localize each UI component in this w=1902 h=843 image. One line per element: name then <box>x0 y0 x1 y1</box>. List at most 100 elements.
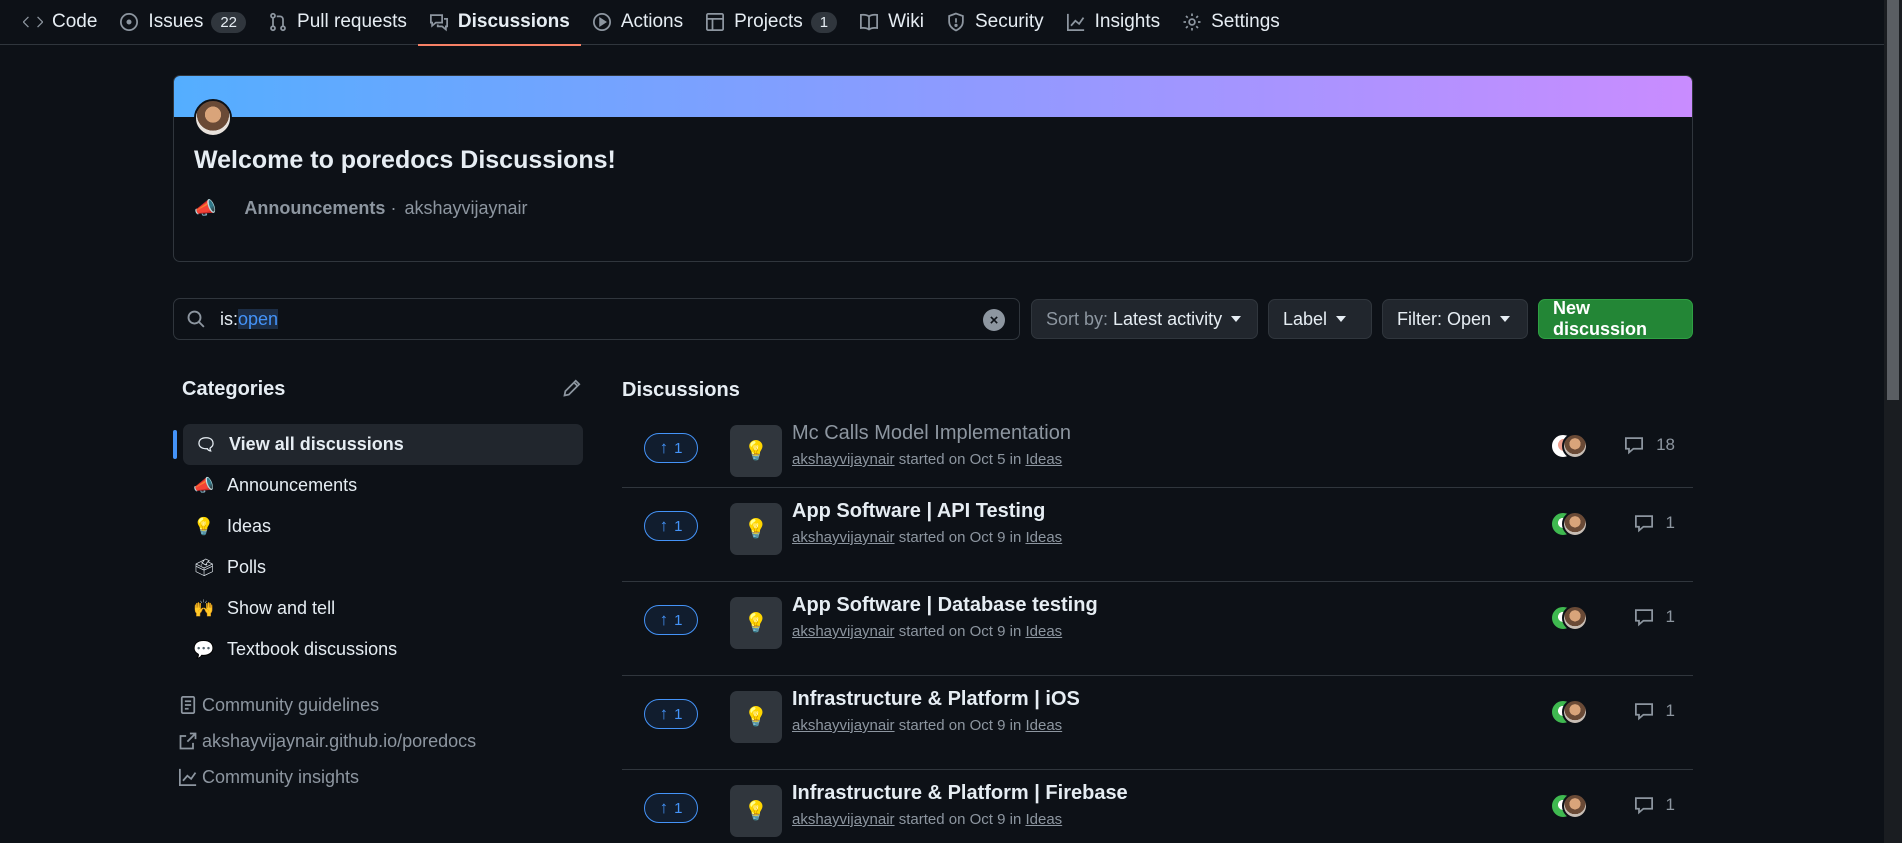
pinned-author-link[interactable]: akshayvijaynair <box>404 198 527 219</box>
discussion-row[interactable]: ↑ 1 💡 Infrastructure & Platform | iOS aks… <box>622 676 1693 770</box>
participant-avatars <box>1550 433 1590 461</box>
started-text: started on Oct 9 in <box>898 623 1022 640</box>
arrow-up-icon: ↑ <box>659 610 669 629</box>
search-input[interactable]: is:open × <box>173 298 1020 340</box>
label-button-text: Label <box>1283 308 1328 329</box>
clear-search-icon[interactable]: × <box>983 309 1005 331</box>
category-link[interactable]: Ideas <box>1025 717 1062 734</box>
comment-count[interactable]: 1 <box>1634 513 1675 533</box>
category-link[interactable]: Ideas <box>1025 529 1062 546</box>
code-icon <box>23 12 43 32</box>
repo-nav: Code Issues 22 Pull requests Discussions… <box>0 0 1884 46</box>
discussion-row[interactable]: ↑ 1 💡 App Software | Database testing aks… <box>622 582 1693 676</box>
announcement-emoji-icon: 📣 <box>194 198 217 218</box>
avatar[interactable] <box>1562 511 1588 537</box>
external-site-link[interactable]: akshayvijaynair.github.io/poredocs <box>178 723 476 759</box>
discussion-title[interactable]: App Software | API Testing <box>792 500 1045 523</box>
category-item-textbook-discussions[interactable]: 💬 Textbook discussions <box>173 629 583 670</box>
tab-pull-requests[interactable]: Pull requests <box>257 0 418 45</box>
tab-label: Discussions <box>457 11 570 32</box>
sidebar-links: Community guidelines akshayvijaynair.git… <box>178 687 476 795</box>
pinned-discussion-card[interactable]: Welcome to poredocs Discussions! 📣 Annou… <box>173 75 1693 262</box>
vote-count: 1 <box>674 799 683 817</box>
issue-opened-icon <box>119 12 139 32</box>
tab-security[interactable]: Security <box>935 0 1055 45</box>
new-discussion-button[interactable]: New discussion <box>1538 298 1693 339</box>
category-item-view-all[interactable]: 🗨 View all discussions <box>173 424 583 465</box>
author-link[interactable]: akshayvijaynair <box>792 717 895 734</box>
discussion-title[interactable]: App Software | Database testing <box>792 594 1098 617</box>
page-scrollbar[interactable] <box>1884 0 1902 843</box>
discussion-list: ↑ 1 💡 Mc Calls Model Implementation aksha… <box>622 410 1693 843</box>
started-text: started on Oct 9 in <box>898 811 1022 828</box>
table-icon <box>705 12 725 32</box>
category-item-ideas[interactable]: 💡 Ideas <box>173 506 583 547</box>
category-label: Announcements <box>227 475 358 495</box>
lightbulb-icon: 💡 <box>730 503 782 555</box>
author-link[interactable]: akshayvijaynair <box>792 811 895 828</box>
graph-icon <box>1066 12 1086 32</box>
caret-down-icon <box>1336 316 1347 322</box>
upvote-button[interactable]: ↑ 1 <box>644 511 698 541</box>
discussion-meta: akshayvijaynair started on Oct 9 in Idea… <box>792 623 1062 640</box>
community-insights-link[interactable]: Community insights <box>178 759 476 795</box>
avatar[interactable] <box>1562 605 1588 631</box>
avatar[interactable] <box>1562 433 1588 459</box>
comment-count[interactable]: 1 <box>1634 795 1675 815</box>
tab-code[interactable]: Code <box>12 0 108 45</box>
pencil-icon[interactable] <box>562 378 582 398</box>
tab-label: Projects <box>734 11 803 32</box>
category-link[interactable]: Ideas <box>1025 451 1062 468</box>
participant-avatars <box>1550 699 1590 727</box>
category-label: Show and tell <box>227 598 336 618</box>
tab-projects[interactable]: Projects 1 <box>694 0 848 45</box>
upvote-button[interactable]: ↑ 1 <box>644 605 698 635</box>
search-query-prefix: is: <box>220 308 238 329</box>
discussion-title[interactable]: Mc Calls Model Implementation <box>792 422 1071 445</box>
graph-icon <box>179 768 197 786</box>
pinned-discussion-title[interactable]: Welcome to poredocs Discussions! <box>194 146 616 175</box>
category-list: 🗨 View all discussions 📣 Announcements 💡… <box>173 424 583 670</box>
lightbulb-icon: 💡 <box>193 516 215 536</box>
upvote-button[interactable]: ↑ 1 <box>644 793 698 823</box>
community-guidelines-link[interactable]: Community guidelines <box>178 687 476 723</box>
category-item-show-and-tell[interactable]: 🙌 Show and tell <box>173 588 583 629</box>
category-link[interactable]: Ideas <box>1025 623 1062 640</box>
author-link[interactable]: akshayvijaynair <box>792 529 895 546</box>
author-link[interactable]: akshayvijaynair <box>792 623 895 640</box>
sort-dropdown-button[interactable]: Sort by: Latest activity <box>1031 299 1258 339</box>
scrollbar-thumb[interactable] <box>1887 0 1899 400</box>
avatar[interactable] <box>1562 699 1588 725</box>
author-link[interactable]: akshayvijaynair <box>792 451 895 468</box>
comment-icon <box>1634 797 1653 815</box>
discussion-row[interactable]: ↑ 1 💡 Infrastructure & Platform | Firebas… <box>622 770 1693 843</box>
tab-actions[interactable]: Actions <box>581 0 694 45</box>
tab-discussions[interactable]: Discussions <box>417 0 581 46</box>
category-link[interactable]: Ideas <box>1025 811 1062 828</box>
category-item-announcements[interactable]: 📣 Announcements <box>173 465 583 506</box>
category-item-polls[interactable]: 🗳 Polls <box>173 547 583 588</box>
tab-settings[interactable]: Settings <box>1171 0 1291 45</box>
upvote-button[interactable]: ↑ 1 <box>644 433 698 463</box>
tab-wiki[interactable]: Wiki <box>848 0 935 45</box>
avatar[interactable] <box>1562 793 1588 819</box>
label-dropdown-button[interactable]: Label <box>1268 299 1372 339</box>
discussion-row[interactable]: ↑ 1 💡 Mc Calls Model Implementation aksha… <box>622 410 1693 488</box>
comment-count[interactable]: 1 <box>1634 701 1675 721</box>
comment-count[interactable]: 1 <box>1634 607 1675 627</box>
comment-count[interactable]: 18 <box>1624 435 1675 455</box>
avatar[interactable] <box>194 99 232 137</box>
tab-label: Settings <box>1211 11 1280 32</box>
discussion-meta: akshayvijaynair started on Oct 9 in Idea… <box>792 811 1062 828</box>
filter-dropdown-button[interactable]: Filter: Open <box>1382 299 1528 339</box>
upvote-button[interactable]: ↑ 1 <box>644 699 698 729</box>
discussion-title[interactable]: Infrastructure & Platform | iOS <box>792 688 1080 711</box>
tab-insights[interactable]: Insights <box>1055 0 1171 45</box>
pinned-discussion-meta: 📣 Announcements · akshayvijaynair <box>194 188 528 229</box>
discussion-title[interactable]: Infrastructure & Platform | Firebase <box>792 782 1128 805</box>
discussion-row[interactable]: ↑ 1 💡 App Software | API Testing akshayvi… <box>622 488 1693 582</box>
comment-count-value: 1 <box>1665 701 1675 720</box>
vote-count: 1 <box>674 439 683 457</box>
pinned-category-link[interactable]: Announcements <box>224 188 385 229</box>
tab-issues[interactable]: Issues 22 <box>108 0 257 45</box>
